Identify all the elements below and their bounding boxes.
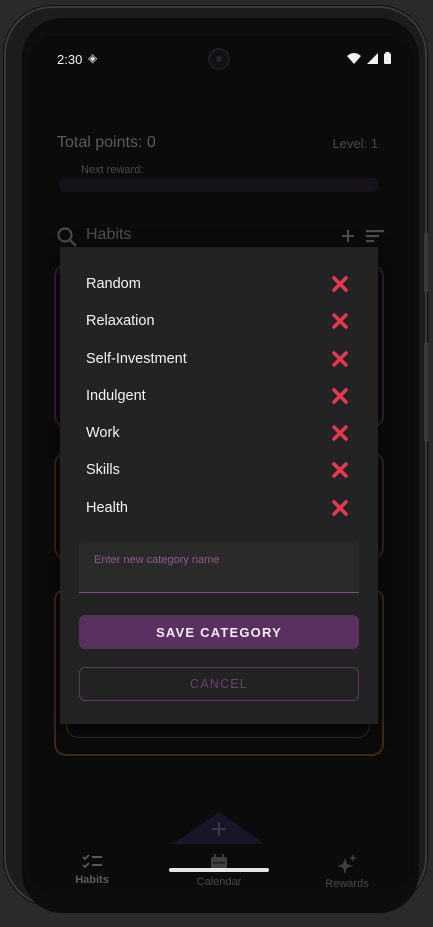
reward-progress-bar — [59, 178, 379, 192]
sort-icon[interactable] — [366, 230, 384, 243]
nav-rewards-label: Rewards — [325, 878, 369, 890]
status-notification-icon: ◈ — [88, 51, 98, 65]
category-label: Self-Investment — [86, 350, 187, 367]
category-row: Random — [60, 267, 378, 304]
save-category-button[interactable]: SAVE CATEGORY — [79, 615, 359, 649]
category-label: Skills — [86, 462, 120, 479]
screen: 2:30 ◈ Total points: 0 Level: 1 Next rew… — [28, 36, 413, 891]
device-side-button — [424, 232, 428, 292]
delete-category-icon[interactable] — [332, 350, 348, 367]
sparkle-icon — [337, 854, 357, 874]
status-time: 2:30 — [57, 52, 83, 67]
battery-icon — [384, 52, 391, 64]
front-camera — [210, 50, 228, 68]
category-row: Skills — [60, 453, 378, 490]
nav-calendar[interactable]: Calendar — [179, 846, 259, 888]
category-label: Health — [86, 499, 128, 516]
signal-icon — [367, 52, 378, 64]
device-frame: 2:30 ◈ Total points: 0 Level: 1 Next rew… — [4, 6, 428, 913]
category-label: Relaxation — [86, 313, 155, 330]
category-label: Work — [86, 425, 120, 442]
category-label: Random — [86, 276, 141, 292]
nav-calendar-label: Calendar — [196, 876, 242, 888]
category-list: Random Relaxation Self-Investment Indulg… — [60, 267, 378, 528]
category-row: Self-Investment — [60, 342, 378, 379]
nav-habits-label: Habits — [75, 874, 109, 886]
home-indicator[interactable] — [169, 868, 269, 872]
delete-category-icon[interactable] — [332, 313, 348, 330]
category-label: Indulgent — [86, 387, 146, 404]
nav-habits[interactable]: Habits — [52, 846, 132, 886]
category-row: Health — [60, 491, 378, 528]
category-name-field[interactable] — [79, 542, 359, 593]
total-points: Total points: 0 — [57, 134, 156, 151]
device-bezel: 2:30 ◈ Total points: 0 Level: 1 Next rew… — [22, 18, 419, 913]
level-label: Level: 1 — [332, 136, 378, 151]
category-row: Indulgent — [60, 379, 378, 416]
habits-title: Habits — [86, 226, 132, 243]
cancel-button[interactable]: CANCEL — [79, 667, 359, 701]
category-dialog: Random Relaxation Self-Investment Indulg… — [60, 247, 378, 724]
delete-category-icon[interactable] — [332, 425, 348, 441]
next-reward-label: Next reward: — [81, 164, 144, 176]
nav-rewards[interactable]: Rewards — [307, 846, 387, 890]
add-icon[interactable] — [342, 230, 354, 242]
wifi-icon — [347, 52, 361, 64]
status-icons — [347, 52, 391, 64]
delete-category-icon[interactable] — [332, 462, 348, 479]
category-name-input[interactable] — [79, 542, 359, 592]
search-icon[interactable] — [56, 226, 78, 248]
checklist-icon — [82, 854, 102, 869]
delete-category-icon[interactable] — [332, 499, 348, 516]
device-volume-button — [424, 342, 428, 442]
delete-category-icon[interactable] — [332, 388, 348, 404]
add-habit-button[interactable] — [173, 812, 265, 844]
category-row: Work — [60, 416, 378, 453]
delete-category-icon[interactable] — [332, 276, 348, 292]
status-bar: 2:30 ◈ — [28, 36, 413, 80]
category-row: Relaxation — [60, 304, 378, 341]
